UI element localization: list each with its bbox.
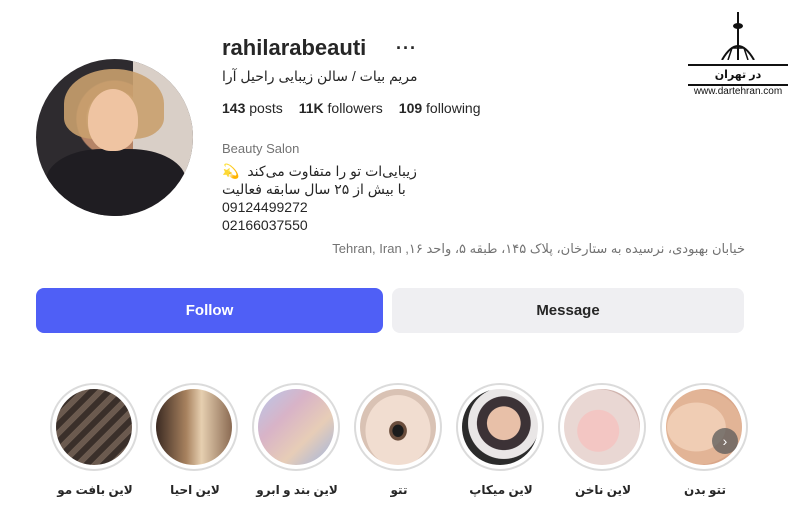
highlight-ring <box>558 383 646 471</box>
following-label: following <box>426 100 481 116</box>
following-stat[interactable]: 109 following <box>399 100 481 116</box>
dartehran-watermark: در تهران www.dartehran.com <box>688 12 788 100</box>
highlight-label: لاین بافت مو <box>57 483 133 497</box>
avatar-face <box>88 89 138 151</box>
nails-thumbnail <box>564 389 640 465</box>
body-tattoo-thumbnail <box>666 389 742 465</box>
highlight-item[interactable]: لاین بافت مو <box>50 383 140 497</box>
highlight-label: تتو بدن <box>684 483 726 497</box>
posts-label: posts <box>249 100 283 116</box>
followers-count: 11K <box>298 100 324 116</box>
profile-category: Beauty Salon <box>222 141 300 156</box>
followers-stat[interactable]: 11K followers <box>299 100 383 116</box>
straight-hair-thumbnail <box>156 389 232 465</box>
next-highlights-chevron-icon[interactable]: › <box>712 428 738 454</box>
highlight-label: لاین احیا <box>170 483 220 497</box>
highlight-ring <box>660 383 748 471</box>
profile-stats: 143 posts 11K followers 109 following <box>222 100 481 116</box>
follow-button[interactable]: Follow <box>36 288 383 333</box>
bio-line-2: با بیش از ۲۵ سال سابقه فعالیت <box>222 181 406 197</box>
watermark-url: www.dartehran.com <box>693 86 783 97</box>
posts-stat[interactable]: 143 posts <box>222 100 283 116</box>
braided-hair-thumbnail <box>56 389 132 465</box>
more-options-icon[interactable]: ··· <box>396 38 417 59</box>
followers-label: followers <box>327 100 383 116</box>
highlight-item[interactable]: لاین ناخن <box>558 383 648 497</box>
highlight-label: لاین ناخن <box>574 483 632 497</box>
profile-full-name: مریم بیات / سالن زیبایی راحیل آرا <box>222 68 418 84</box>
watermark-brand: در تهران <box>688 64 788 86</box>
profile-username: rahilarabeauti <box>222 35 367 60</box>
sparkle-icon: 💫 <box>222 163 240 179</box>
eyebrow-collage-thumbnail <box>258 389 334 465</box>
highlight-label: لاین بند و ابرو <box>256 483 338 497</box>
highlight-label: لاین میکاپ <box>469 483 533 497</box>
avatar-scarf <box>46 149 186 216</box>
milad-tower-icon <box>721 12 755 60</box>
profile-address[interactable]: خیابان بهبودی، نرسیده به ستارخان، پلاک ۱… <box>332 241 745 257</box>
bio-line-1: زیبایی‌ات تو را متفاوت می‌کند 💫 <box>222 162 417 180</box>
highlight-label: تتو <box>390 483 408 497</box>
highlight-ring <box>150 383 238 471</box>
highlight-ring <box>252 383 340 471</box>
posts-count: 143 <box>222 100 246 116</box>
highlight-item[interactable]: لاین احیا <box>150 383 240 497</box>
eye-tattoo-thumbnail <box>360 389 436 465</box>
profile-avatar[interactable] <box>36 59 193 216</box>
following-count: 109 <box>398 100 423 116</box>
highlight-item[interactable]: لاین بند و ابرو <box>252 383 342 497</box>
profile-bio: زیبایی‌ات تو را متفاوت می‌کند 💫 با بیش ا… <box>222 162 417 234</box>
makeup-portrait-thumbnail <box>462 389 538 465</box>
highlight-item[interactable]: لاین میکاپ <box>456 383 546 497</box>
highlight-ring <box>354 383 442 471</box>
highlight-item[interactable]: تتو <box>354 383 444 497</box>
message-button[interactable]: Message <box>392 288 744 333</box>
bio-line-1-text: زیبایی‌ات تو را متفاوت می‌کند <box>247 163 417 179</box>
bio-phone-1[interactable]: 09124499272 <box>222 198 417 216</box>
highlight-ring <box>456 383 544 471</box>
highlight-ring <box>50 383 138 471</box>
bio-phone-2[interactable]: 02166037550 <box>222 216 417 234</box>
